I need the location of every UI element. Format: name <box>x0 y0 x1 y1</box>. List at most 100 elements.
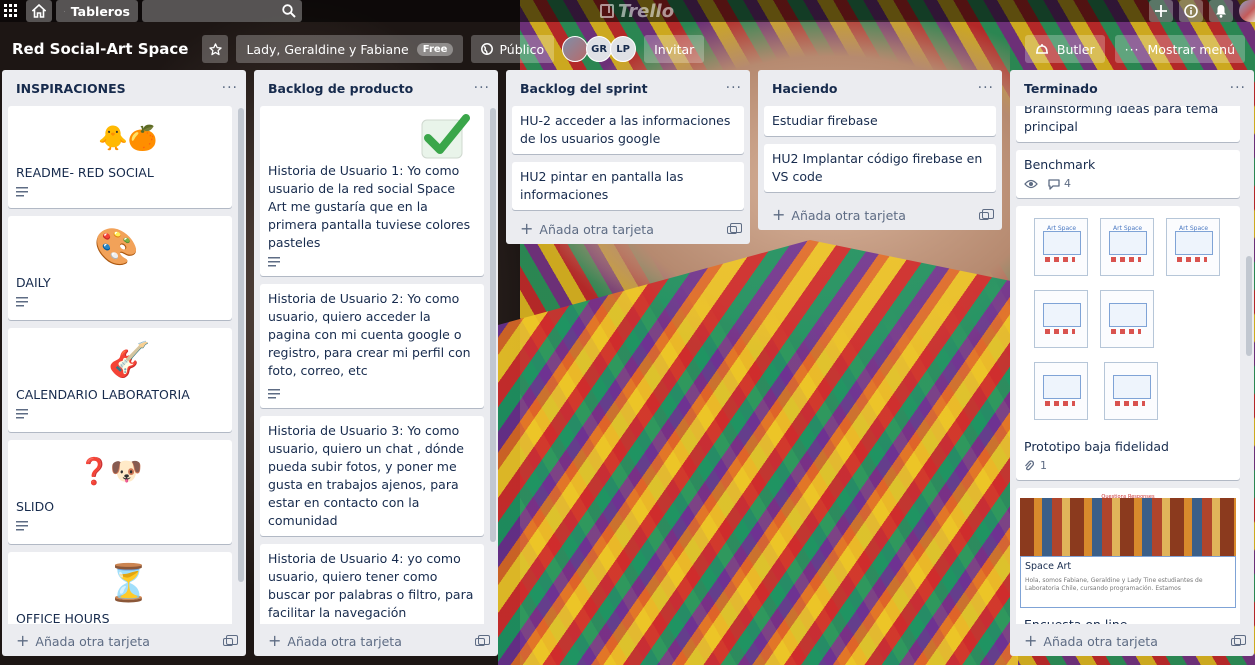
boards-button[interactable]: Tableros <box>56 0 138 22</box>
wireframe-label: Art Space <box>1047 225 1077 232</box>
list-scrollbar[interactable] <box>238 108 244 582</box>
list-menu-icon[interactable]: ··· <box>978 80 994 96</box>
add-card-button[interactable]: + Añada otra tarjeta <box>506 212 750 244</box>
butler-button[interactable]: Butler <box>1024 35 1105 63</box>
member-avatar-lp[interactable]: LP <box>610 36 637 62</box>
template-icon[interactable] <box>223 635 238 646</box>
list-menu-icon[interactable]: ··· <box>222 80 238 96</box>
card-prototipo[interactable]: Art Space Art Space Art Space Prototipo … <box>1016 206 1240 480</box>
card-benchmark[interactable]: Benchmark 4 <box>1016 150 1240 198</box>
top-header: Tableros Trello <box>0 0 1255 22</box>
list-title[interactable]: Backlog del sprint <box>520 81 648 96</box>
eye-icon <box>1024 179 1038 189</box>
card-slido[interactable]: ❓🐶 SLIDO <box>8 440 232 544</box>
description-icon <box>268 389 280 399</box>
list-backlog-sprint: Backlog del sprint ··· HU-2 acceder a la… <box>506 70 750 244</box>
show-menu-label: Mostrar menú <box>1147 41 1235 57</box>
description-icon <box>16 409 28 419</box>
card-hu2-pintar[interactable]: HU2 pintar en pantalla las informaciones <box>512 162 744 210</box>
boards-label: Tableros <box>70 3 130 19</box>
plus-icon: + <box>1024 630 1038 650</box>
template-icon[interactable] <box>979 209 994 220</box>
list-scrollbar[interactable] <box>490 108 496 542</box>
notifications-button[interactable] <box>1209 0 1233 22</box>
card-readme[interactable]: 🐥🍊 README- RED SOCIAL <box>8 106 232 208</box>
user-avatar[interactable] <box>1239 0 1255 22</box>
create-button[interactable] <box>1149 0 1173 22</box>
board-header: Red Social-Art Space Lady, Geraldine y F… <box>0 33 1255 65</box>
list-scrollbar[interactable] <box>1246 256 1252 356</box>
board-title[interactable]: Red Social-Art Space <box>12 40 188 58</box>
apps-grid-icon[interactable] <box>0 0 22 22</box>
survey-cover-image: Questions Responses Space Art Hola, somo… <box>1016 488 1240 610</box>
list-title[interactable]: Backlog de producto <box>268 81 413 96</box>
member-avatar-photo[interactable] <box>562 36 589 62</box>
list-menu-icon[interactable]: ··· <box>1230 80 1246 96</box>
card-brainstorming[interactable]: Brainstorming ideas para tema principal <box>1016 106 1240 142</box>
card-list: HU-2 acceder a las informaciones de los … <box>506 106 750 212</box>
card-title: CALENDARIO LABORATORIA <box>16 387 190 402</box>
attachment-count: 1 <box>1040 459 1047 472</box>
cover-description: Hola, somos Fabiane, Geraldine y Lady Ti… <box>1025 577 1203 592</box>
card-historia-2[interactable]: Historia de Usuario 2: Yo como usuario, … <box>260 284 484 408</box>
card-calendario[interactable]: 🎸 CALENDARIO LABORATORIA <box>8 328 232 432</box>
trello-logo-text: Trello <box>618 0 675 22</box>
card-historia-3[interactable]: Historia de Usuario 3: Yo como usuario, … <box>260 416 484 536</box>
card-office-hours[interactable]: ⏳ OFFICE HOURS <box>8 552 232 624</box>
palette-sticker: 🎨 <box>94 227 139 268</box>
list-menu-icon[interactable]: ··· <box>474 80 490 96</box>
home-icon <box>32 4 46 18</box>
add-card-button[interactable]: + Añada otra tarjeta <box>758 198 1002 230</box>
bell-icon <box>1216 5 1226 18</box>
checkmark-sticker-icon <box>421 114 470 159</box>
template-icon[interactable] <box>727 223 742 234</box>
plan-badge: Free <box>416 42 454 56</box>
description-icon <box>268 257 280 267</box>
card-title: README- RED SOCIAL <box>16 165 154 180</box>
visibility-button[interactable]: Público <box>471 35 555 63</box>
card-title: OFFICE HOURS <box>16 611 110 624</box>
plus-icon: + <box>772 204 786 224</box>
add-card-button[interactable]: + Añada otra tarjeta <box>2 624 246 656</box>
template-icon[interactable] <box>475 635 490 646</box>
cover-tabs-text: Questions Responses <box>1101 494 1155 500</box>
card-title: Brainstorming ideas para tema principal <box>1024 106 1219 134</box>
add-card-button[interactable]: + Añada otra tarjeta <box>254 624 498 656</box>
list-inspiraciones: INSPIRACIONES ··· 🐥🍊 README- RED SOCIAL … <box>2 70 246 656</box>
star-button[interactable] <box>202 35 229 63</box>
template-icon[interactable] <box>1231 635 1246 646</box>
card-estudiar-firebase[interactable]: Estudiar firebase <box>764 106 996 136</box>
info-button[interactable] <box>1179 0 1203 22</box>
list-title[interactable]: Haciendo <box>772 81 838 96</box>
card-daily[interactable]: 🎨 DAILY <box>8 216 232 320</box>
invite-button[interactable]: Invitar <box>644 35 705 63</box>
search-input[interactable] <box>142 0 302 22</box>
add-card-label: Añada otra tarjeta <box>35 633 150 649</box>
card-title: Historia de Usuario 4: yo como usuario, … <box>268 551 474 620</box>
card-historia-1[interactable]: Historia de Usuario 1: Yo como usuario d… <box>260 106 484 276</box>
search-icon <box>282 4 296 18</box>
wireframe-label: Art Space <box>1113 225 1143 232</box>
globe-icon <box>481 43 494 55</box>
comment-icon <box>1048 178 1060 190</box>
card-implantar-firebase[interactable]: HU2 Implantar código firebase en VS code <box>764 144 996 192</box>
show-menu-button[interactable]: ··· Mostrar menú <box>1114 35 1245 63</box>
add-card-button[interactable]: + Añada otra tarjeta <box>1010 624 1254 656</box>
trello-logo[interactable]: Trello <box>600 0 674 22</box>
card-title: Historia de Usuario 1: Yo como usuario d… <box>268 163 471 250</box>
card-title: Benchmark <box>1024 157 1096 172</box>
list-title[interactable]: INSPIRACIONES <box>16 81 126 96</box>
member-avatar-gr[interactable]: GR <box>586 36 613 62</box>
home-button[interactable] <box>26 0 52 22</box>
card-encuesta[interactable]: Questions Responses Space Art Hola, somo… <box>1016 488 1240 624</box>
list-haciendo: Haciendo ··· Estudiar firebase HU2 Impla… <box>758 70 1002 230</box>
list-menu-icon[interactable]: ··· <box>726 80 742 96</box>
butler-label: Butler <box>1056 41 1095 57</box>
card-hu2-acceder[interactable]: HU-2 acceder a las informaciones de los … <box>512 106 744 154</box>
list-title[interactable]: Terminado <box>1024 81 1098 96</box>
dog-question-sticker: ❓🐶 <box>78 457 143 487</box>
team-button[interactable]: Lady, Geraldine y Fabiane Free <box>236 35 464 63</box>
card-title: HU2 Implantar código firebase en VS code <box>772 151 983 184</box>
card-historia-4[interactable]: Historia de Usuario 4: yo como usuario, … <box>260 544 484 624</box>
plus-icon: + <box>520 218 534 238</box>
